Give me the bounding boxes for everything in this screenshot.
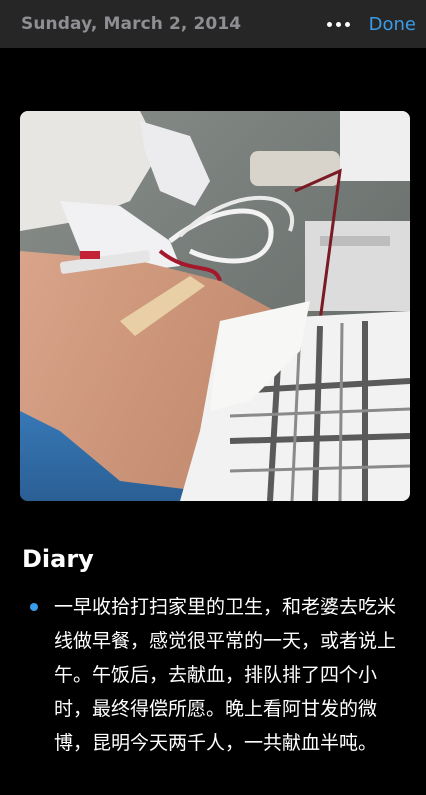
entry-date-title: Sunday, March 2, 2014 [21,14,242,34]
blood-donation-photo [20,111,410,501]
entry-photo[interactable] [20,111,410,501]
more-options-button[interactable] [319,9,359,39]
ellipsis-icon-dot [345,21,351,27]
bullet-icon [30,603,38,611]
ellipsis-icon-dot [336,21,342,27]
diary-bullet-list: 一早收拾打扫家里的卫生，和老婆去吃米线做早餐，感觉很平常的一天，或者说上午。午饭… [22,590,402,760]
diary-entry-text: 一早收拾打扫家里的卫生，和老婆去吃米线做早餐，感觉很平常的一天，或者说上午。午饭… [54,596,397,754]
diary-heading: Diary [22,545,94,573]
list-item: 一早收拾打扫家里的卫生，和老婆去吃米线做早餐，感觉很平常的一天，或者说上午。午饭… [22,590,402,760]
top-bar: Sunday, March 2, 2014 Done [0,0,426,48]
ellipsis-icon [327,21,333,27]
done-button[interactable]: Done [369,14,416,35]
